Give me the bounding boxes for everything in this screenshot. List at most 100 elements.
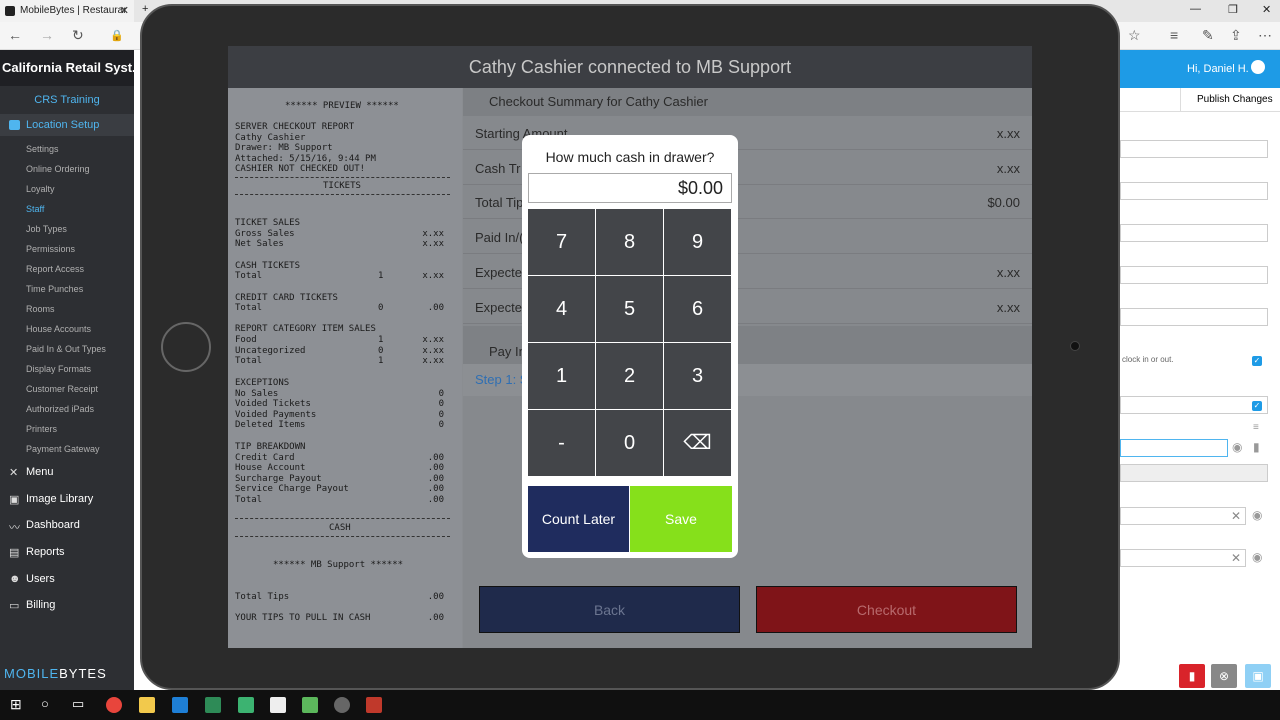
sidebar-item-settings[interactable]: Settings [26,144,59,154]
summary-label: Total Tip [475,195,524,210]
training-label[interactable]: CRS Training [0,88,134,112]
key-7[interactable]: 7 [528,209,595,275]
trash-icon[interactable]: ▮ [1253,440,1260,454]
save-disk-button[interactable]: ▣ [1245,664,1271,688]
maximize-button[interactable]: ❐ [1228,3,1238,16]
windows-start-icon[interactable]: ⊞ [10,696,22,713]
eye-icon[interactable]: ◉ [1252,550,1262,564]
eye-icon[interactable]: ◉ [1252,508,1262,522]
form-field[interactable]: ✕ [1120,549,1246,567]
task-view-icon[interactable]: ▭ [72,696,84,712]
sidebar-item-customer-receipt[interactable]: Customer Receipt [26,384,98,394]
eye-icon[interactable]: ◉ [1232,440,1242,454]
sidebar-item-loyalty[interactable]: Loyalty [26,184,55,194]
app-icon[interactable] [205,697,221,713]
sidebar-item-billing[interactable]: Billing [26,599,55,611]
trend-icon: 〰 [9,522,20,534]
sidebar-section-location-setup[interactable]: Location Setup [0,114,134,136]
form-field[interactable] [1120,464,1268,482]
app-icon[interactable] [302,697,318,713]
checkout-button[interactable]: Checkout [756,586,1017,633]
sidebar-item-payment-gateway[interactable]: Payment Gateway [26,444,100,454]
sidebar-item-menu[interactable]: Menu [26,466,54,478]
billing-icon: ▭ [9,600,20,612]
back-button[interactable]: Back [479,586,740,633]
sidebar-item-report-access[interactable]: Report Access [26,264,84,274]
cash-amount-field[interactable]: $0.00 [528,173,732,203]
avatar-icon[interactable] [1251,60,1265,74]
count-later-button[interactable]: Count Later [528,486,629,552]
tab-close-icon[interactable]: ✕ [120,0,129,22]
forward-arrow-icon[interactable]: → [40,27,54,43]
sidebar-item-time-punches[interactable]: Time Punches [26,284,83,294]
form-field[interactable] [1120,224,1268,242]
form-field[interactable] [1120,396,1268,414]
save-button[interactable]: Save [630,486,732,552]
key-9[interactable]: 9 [664,209,731,275]
sidebar-item-house-accounts[interactable]: House Accounts [26,324,91,334]
receipt-tip-cc: Credit Card [235,453,295,463]
sidebar-item-job-types[interactable]: Job Types [26,224,67,234]
form-field[interactable] [1120,140,1268,158]
chrome-icon[interactable] [106,697,122,713]
receipt-divider [235,536,450,537]
receipt-ticket-sales: TICKET SALES [235,218,301,228]
clear-icon[interactable]: ✕ [1231,508,1241,524]
key-minus[interactable]: - [528,410,595,476]
sidebar-item-image-library[interactable]: Image Library [26,493,93,505]
key-4[interactable]: 4 [528,276,595,342]
form-field[interactable] [1120,266,1268,284]
more-icon[interactable]: ⋯ [1258,27,1272,44]
publish-changes-button[interactable]: Publish Changes [1180,88,1273,112]
share-icon[interactable]: ⇪ [1230,27,1242,44]
key-8[interactable]: 8 [596,209,663,275]
key-3[interactable]: 3 [664,343,731,409]
sidebar-item-dashboard[interactable]: Dashboard [26,519,80,531]
sidebar-item-authorized-ipads[interactable]: Authorized iPads [26,404,94,414]
sidebar-item-online-ordering[interactable]: Online Ordering [26,164,90,174]
sidebar-item-reports[interactable]: Reports [26,546,65,558]
key-1[interactable]: 1 [528,343,595,409]
search-icon[interactable]: ○ [41,696,49,711]
note-icon[interactable]: ✎ [1202,27,1214,44]
clear-icon[interactable]: ✕ [1231,550,1241,566]
checkbox[interactable]: ✓ [1252,401,1262,411]
minimize-button[interactable]: — [1190,3,1201,15]
key-6[interactable]: 6 [664,276,731,342]
app-icon[interactable] [334,697,350,713]
form-field[interactable]: ✕ [1120,507,1246,525]
key-0[interactable]: 0 [596,410,663,476]
app-icon[interactable] [366,697,382,713]
drag-handle-icon[interactable]: ≡ [1253,422,1259,433]
sidebar-item-printers[interactable]: Printers [26,424,57,434]
back-arrow-icon[interactable]: ← [8,27,22,43]
checkbox[interactable]: ✓ [1252,356,1262,366]
user-greeting[interactable]: Hi, Daniel H. [1187,63,1249,75]
new-tab-button[interactable]: + [142,3,148,15]
receipt-tickets-header: TICKETS [323,181,361,191]
notepad-icon[interactable] [270,697,286,713]
key-5[interactable]: 5 [596,276,663,342]
app-icon[interactable] [238,697,254,713]
refresh-icon[interactable]: ↻ [72,27,84,44]
sidebar-item-paid-in-out-types[interactable]: Paid In & Out Types [26,344,106,354]
browser-tab[interactable]: MobileBytes | Restaurar ✕ [0,0,134,22]
hub-icon[interactable]: ≡ [1170,27,1178,43]
sidebar-item-rooms[interactable]: Rooms [26,304,55,314]
favorite-star-icon[interactable]: ☆ [1128,27,1141,44]
form-field[interactable] [1120,308,1268,326]
form-field-active[interactable] [1120,439,1228,457]
key-2[interactable]: 2 [596,343,663,409]
sidebar-item-users[interactable]: Users [26,573,55,585]
sidebar-item-staff[interactable]: Staff [26,204,44,214]
edge-icon[interactable] [172,697,188,713]
file-explorer-icon[interactable] [139,697,155,713]
sidebar-item-permissions[interactable]: Permissions [26,244,75,254]
sidebar-item-display-formats[interactable]: Display Formats [26,364,91,374]
cancel-button[interactable]: ⊗ [1211,664,1237,688]
backspace-icon[interactable]: ⌫ [664,410,731,476]
window-close-button[interactable]: ✕ [1262,3,1271,16]
delete-button[interactable]: ▮ [1179,664,1205,688]
form-field[interactable] [1120,182,1268,200]
ipad-camera [1070,341,1080,351]
